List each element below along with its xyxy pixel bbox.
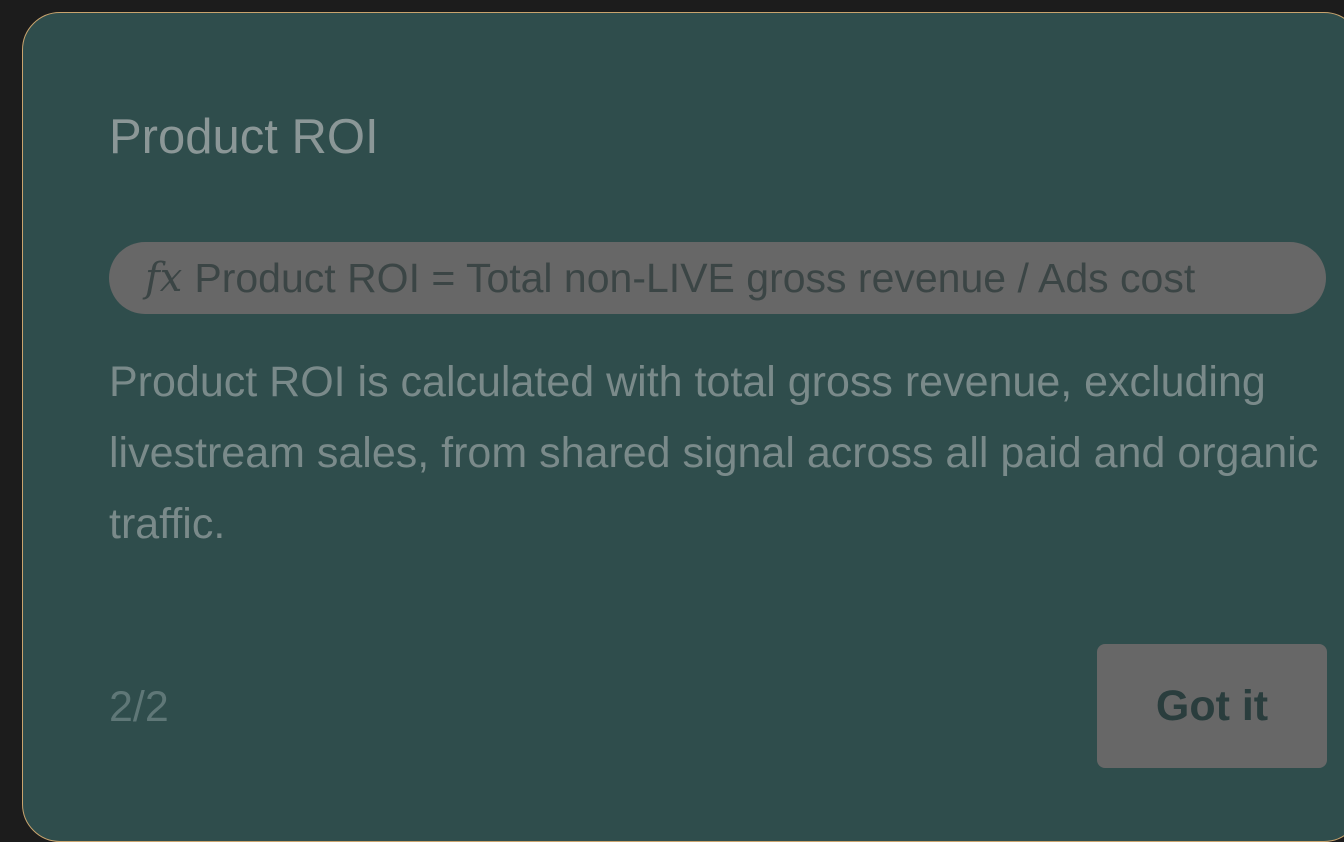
roi-tooltip-card: Product ROI fx Product ROI = Total non-L…: [22, 12, 1344, 842]
got-it-button[interactable]: Got it: [1097, 644, 1327, 768]
step-counter: 2/2: [109, 683, 169, 731]
formula-text: Product ROI = Total non-LIVE gross reven…: [194, 254, 1196, 301]
tooltip-title: Product ROI: [109, 110, 379, 164]
tooltip-description: Product ROI is calculated with total gro…: [109, 358, 1319, 548]
formula-pill: fx Product ROI = Total non-LIVE gross re…: [109, 242, 1326, 314]
fx-icon: fx: [145, 255, 183, 301]
